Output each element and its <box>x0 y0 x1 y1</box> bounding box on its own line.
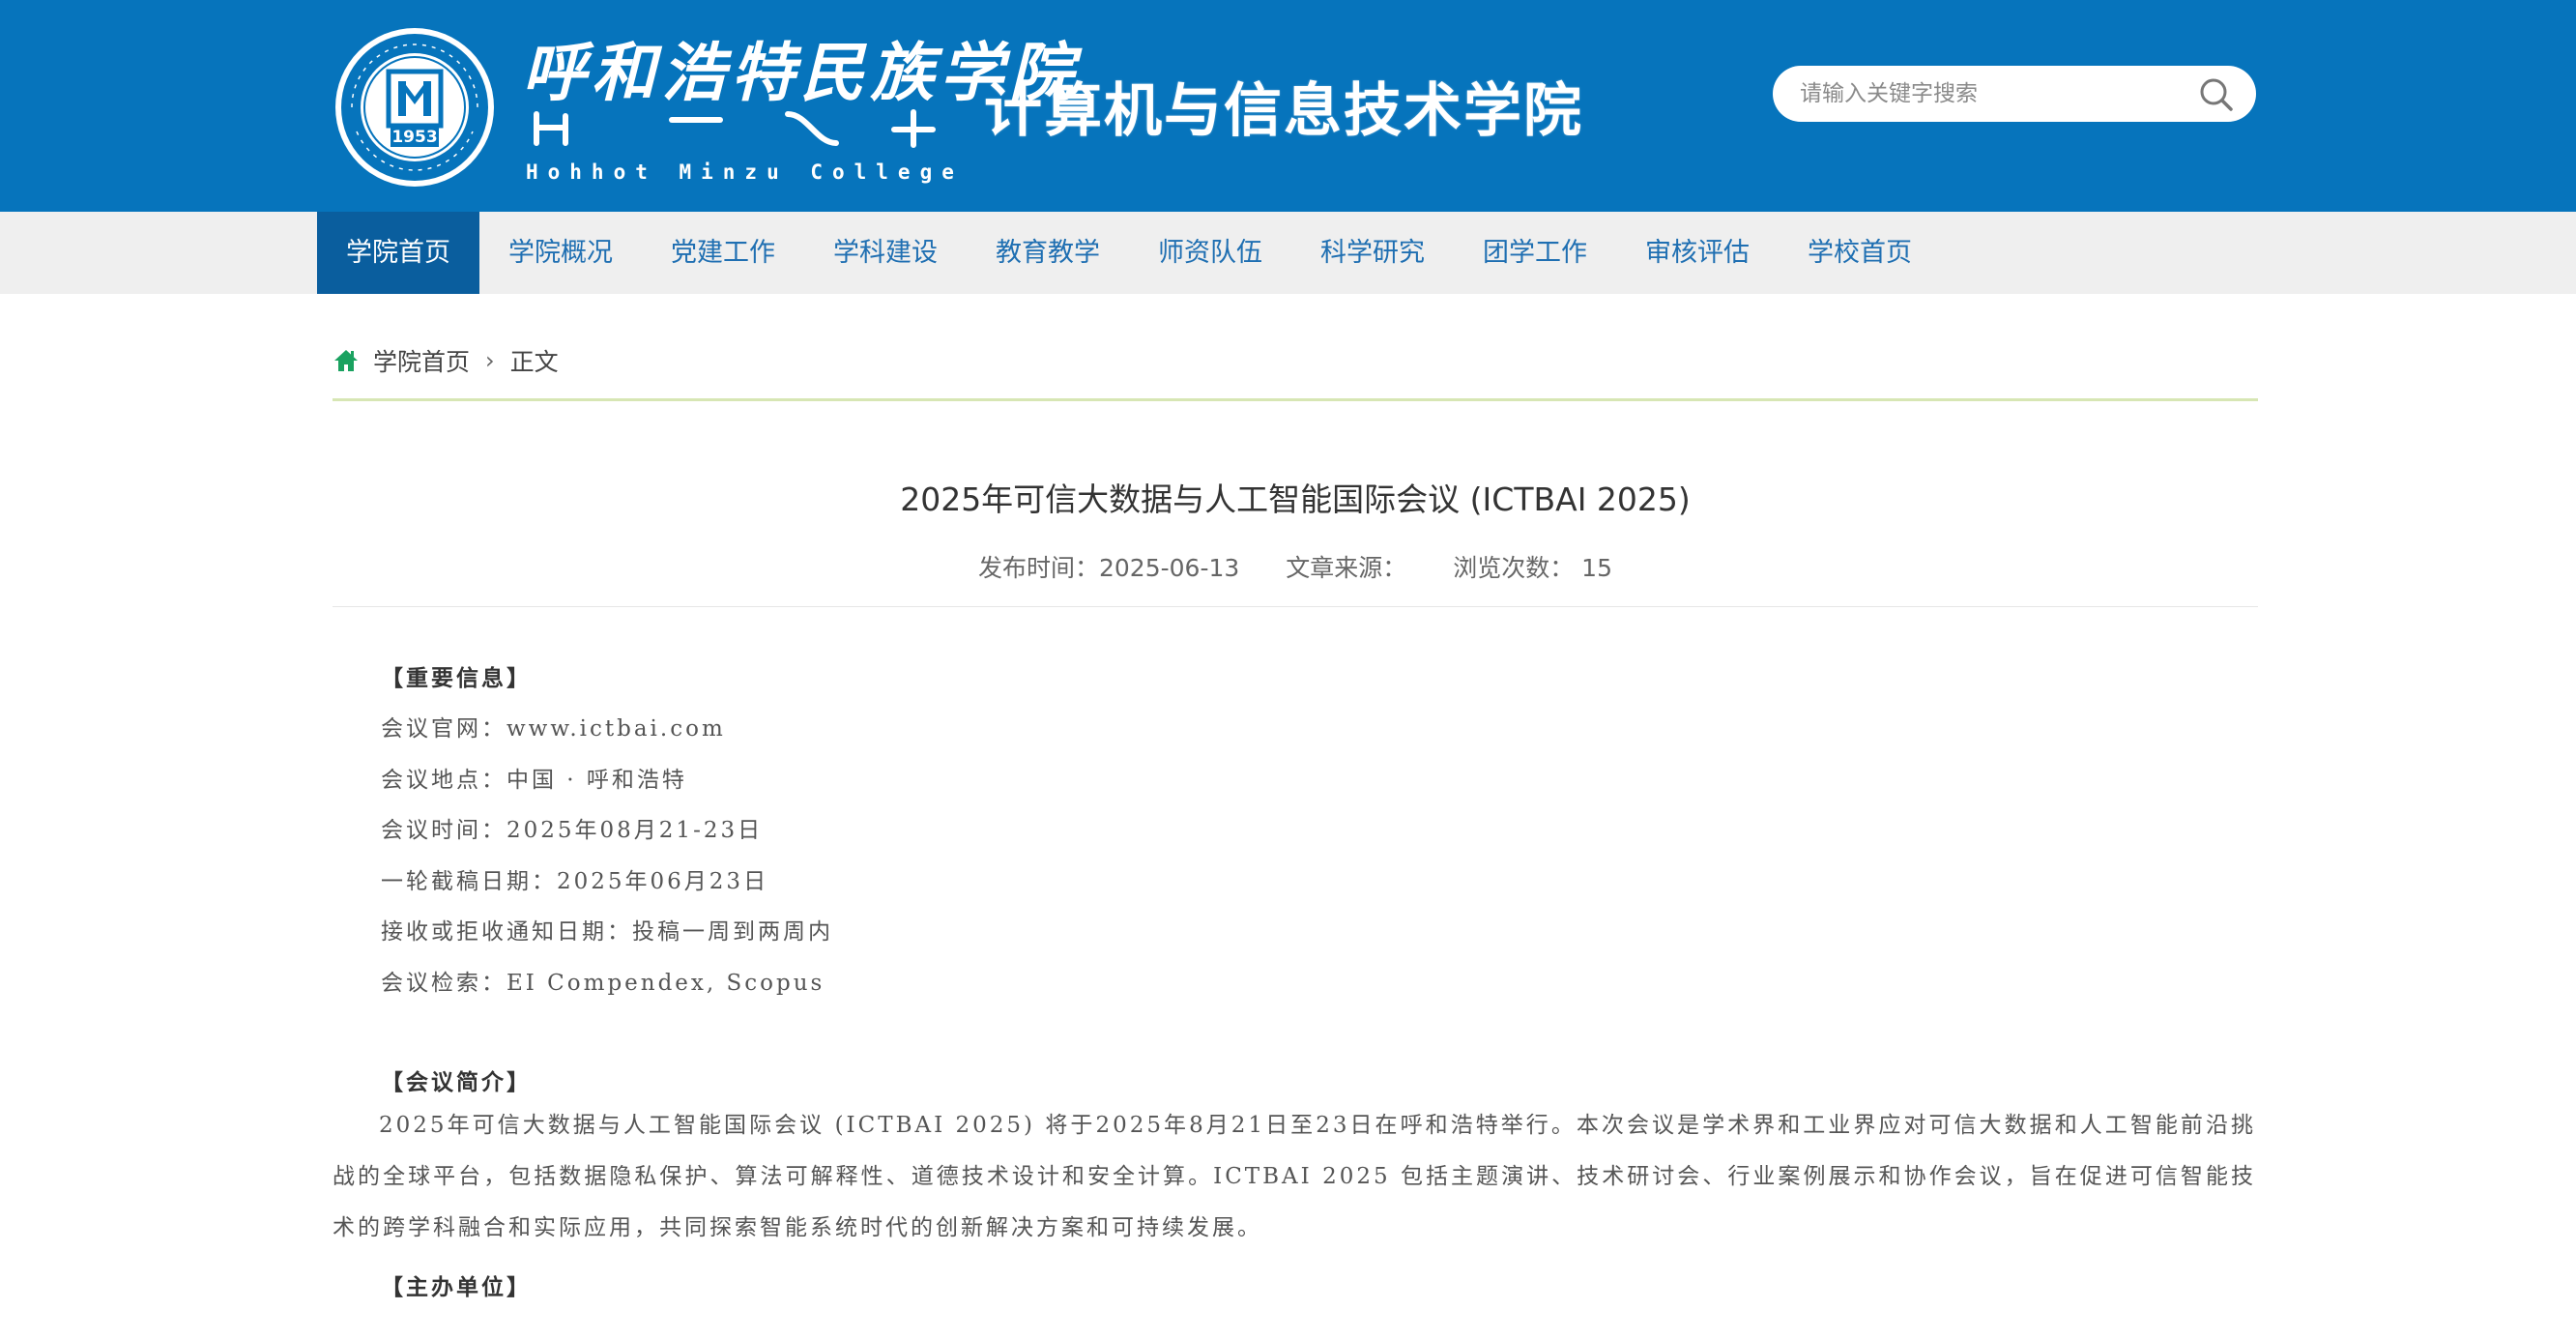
nav-item-assessment[interactable]: 审核评估 <box>1616 212 1779 294</box>
publish-date: 发布时间：2025-06-13 <box>978 554 1240 582</box>
school-name: 计算机与信息技术学院 <box>984 77 1583 145</box>
nav-item-discipline[interactable]: 学科建设 <box>804 212 967 294</box>
info-website: 会议官网：www.ictbai.com <box>381 716 726 742</box>
breadcrumb: 学院首页 › 正文 <box>333 343 559 378</box>
view-count: 浏览次数： 15 <box>1453 554 1612 582</box>
breadcrumb-divider <box>333 398 2258 401</box>
nav-item-youth[interactable]: 团学工作 <box>1454 212 1616 294</box>
nav-list: 学院首页 学院概况 党建工作 学科建设 教育教学 师资队伍 科学研究 团学工作 … <box>317 212 1941 294</box>
info-deadline: 一轮截稿日期：2025年06月23日 <box>381 869 769 894</box>
main-nav: 学院首页 学院概况 党建工作 学科建设 教育教学 师资队伍 科学研究 团学工作 … <box>0 212 2576 294</box>
mongolian-script-icon <box>534 109 936 148</box>
search-icon[interactable] <box>2198 76 2235 113</box>
info-location: 会议地点：中国 · 呼和浩特 <box>381 768 687 793</box>
article-title: 2025年可信大数据与人工智能国际会议 (ICTBAI 2025) <box>900 480 1691 518</box>
college-name-en: Hohhot Minzu College <box>526 160 964 184</box>
nav-item-home[interactable]: 学院首页 <box>317 212 479 294</box>
college-logo[interactable]: 1953 <box>333 25 497 189</box>
nav-item-faculty[interactable]: 师资队伍 <box>1129 212 1291 294</box>
nav-item-university-home[interactable]: 学校首页 <box>1779 212 1941 294</box>
organizer-heading: 【主办单位】 <box>381 1274 532 1300</box>
info-indexing: 会议检索：EI Compendex, Scopus <box>381 971 825 996</box>
article-meta: 发布时间：2025-06-13 文章来源： 浏览次数： 15 <box>333 549 2258 584</box>
info-notification: 接收或拒收通知日期：投稿一周到两周内 <box>381 919 833 945</box>
svg-text:1953: 1953 <box>391 128 437 147</box>
intro-heading: 【会议简介】 <box>381 1069 532 1095</box>
breadcrumb-current: 正文 <box>509 348 559 376</box>
breadcrumb-home-link[interactable]: 学院首页 <box>373 343 470 378</box>
info-date: 会议时间：2025年08月21-23日 <box>381 818 764 843</box>
meta-divider <box>333 606 2258 607</box>
nav-item-research[interactable]: 科学研究 <box>1291 212 1454 294</box>
intro-paragraph: 2025年可信大数据与人工智能国际会议 (ICTBAI 2025) 将于2025… <box>333 1113 2256 1240</box>
article-source: 文章来源： <box>1286 554 1407 582</box>
nav-item-party[interactable]: 党建工作 <box>642 212 804 294</box>
nav-item-overview[interactable]: 学院概况 <box>479 212 642 294</box>
search-box <box>1773 66 2256 122</box>
search-input[interactable] <box>1800 66 2186 122</box>
breadcrumb-separator: › <box>485 347 495 374</box>
nav-item-teaching[interactable]: 教育教学 <box>967 212 1129 294</box>
site-header: 1953 呼和浩特民族学院 Hohhot Minzu College 计算机与信… <box>0 0 2576 212</box>
important-info-heading: 【重要信息】 <box>381 665 532 691</box>
college-seal-icon: 1953 <box>335 28 494 187</box>
home-icon <box>334 350 358 371</box>
